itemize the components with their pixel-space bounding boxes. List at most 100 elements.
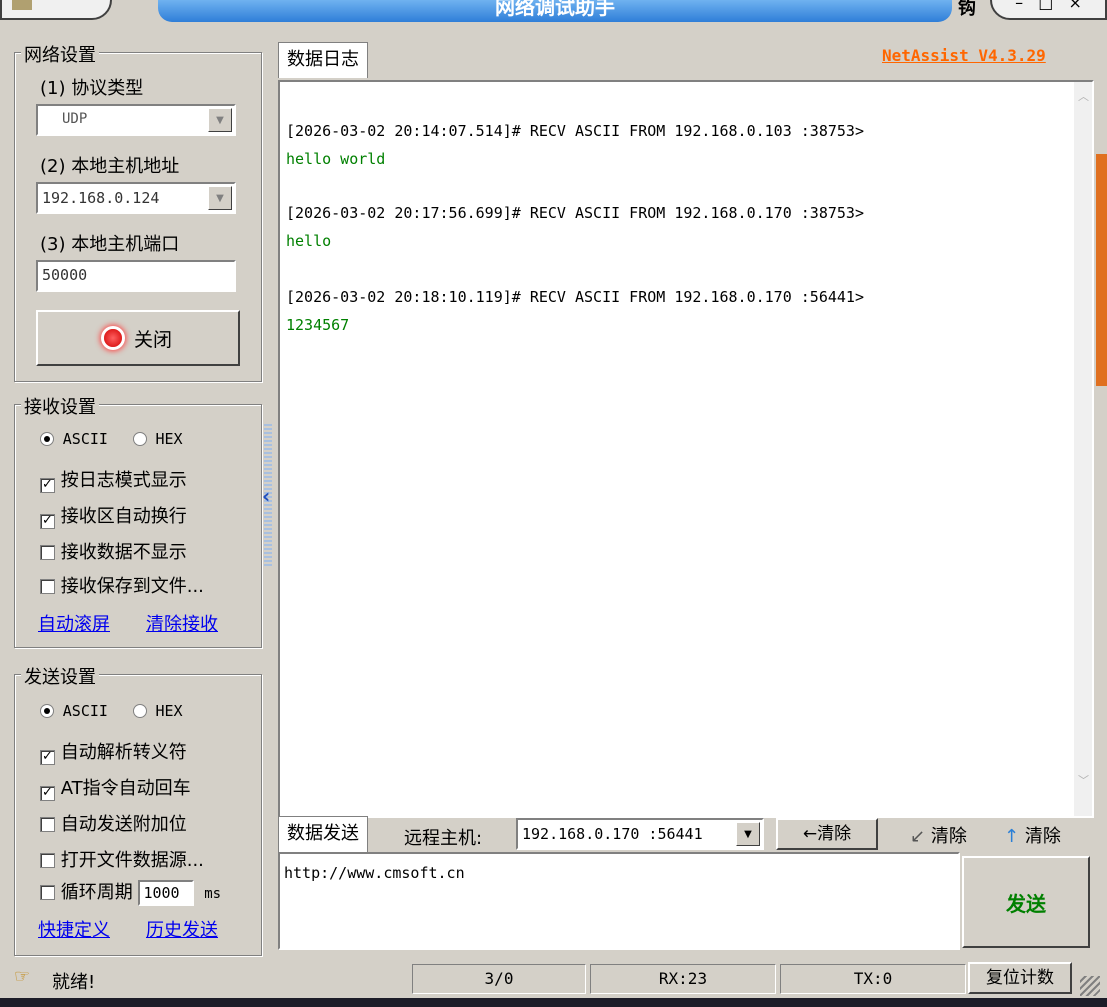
option-label: 自动发送附加位 [60, 814, 187, 835]
arrow-down-left-icon: ↙ [910, 826, 926, 847]
protocol-value: UDP [62, 111, 88, 127]
receive-log-area[interactable]: [2026-03-02 20:14:07.514]# RECV ASCII FR… [278, 80, 1094, 818]
shortcut-define-link[interactable]: 快捷定义 [38, 916, 110, 942]
send-input-text: http://www.cmsoft.cn [284, 864, 465, 882]
option-label: 按日志模式显示 [60, 470, 187, 491]
send-settings-title: 发送设置 [21, 663, 99, 689]
tab-data-send[interactable]: 数据发送 [278, 816, 368, 852]
receive-option-wrap[interactable]: ✓ 接收区自动换行 [40, 502, 187, 529]
receive-option-save[interactable]: 接收保存到文件... [40, 572, 204, 598]
log-entry-header: [2026-03-02 20:18:10.119]# RECV ASCII FR… [286, 288, 864, 306]
minimize-icon[interactable]: – [1015, 0, 1023, 12]
scroll-thumb[interactable] [1096, 154, 1107, 386]
scroll-up-icon[interactable]: ︿ [1078, 88, 1089, 104]
receive-hex-label: HEX [155, 430, 183, 448]
receive-encoding: ASCII HEX [40, 430, 183, 448]
clear-history-button[interactable]: ↑ 清除 [1004, 822, 1061, 848]
arrow-left-icon: ← [802, 824, 818, 844]
auto-scroll-link[interactable]: 自动滚屏 [38, 610, 110, 636]
loop-period-input[interactable]: 1000 [138, 880, 195, 906]
checkbox-checked[interactable]: ✓ [40, 750, 55, 765]
send-button[interactable]: 发送 [962, 856, 1090, 948]
host-select[interactable]: 192.168.0.124 ▼ [36, 182, 236, 214]
option-label: 接收保存到文件... [60, 576, 204, 597]
receive-option-log-mode[interactable]: ✓ 按日志模式显示 [40, 466, 187, 493]
status-tx: TX:0 [780, 964, 966, 994]
reset-count-button[interactable]: 复位计数 [968, 962, 1072, 994]
log-entry-data: 1234567 [286, 316, 350, 334]
status-ready: 就绪! [52, 972, 96, 993]
send-option-escape[interactable]: ✓ 自动解析转义符 [40, 738, 187, 765]
chevron-down-icon[interactable]: ▼ [736, 822, 760, 846]
receive-ascii-label: ASCII [62, 430, 108, 448]
log-entry-data: hello world [286, 150, 386, 168]
receive-option-hide[interactable]: 接收数据不显示 [40, 538, 187, 564]
status-count: 3/0 [412, 964, 586, 994]
close-connection-button[interactable]: 关闭 [36, 310, 240, 366]
receive-hex-radio[interactable] [132, 432, 147, 446]
checkbox[interactable] [40, 545, 55, 560]
checkbox[interactable] [40, 853, 55, 868]
protocol-label: (1) 协议类型 [40, 78, 144, 99]
clear-label: 清除 [1024, 826, 1061, 847]
option-label: 打开文件数据源... [60, 850, 204, 871]
app-icon [12, 0, 32, 10]
collapse-chevron-icon[interactable]: ‹ [262, 484, 270, 508]
remote-host-value: 192.168.0.170 :56441 [522, 825, 703, 843]
option-label: 接收区自动换行 [60, 506, 187, 527]
option-label: 自动解析转义符 [60, 742, 187, 763]
maximize-icon[interactable]: □ [1038, 0, 1053, 12]
status-rx: RX:23 [590, 964, 776, 994]
clear-remote-button[interactable]: ←清除 [776, 818, 878, 850]
send-option-at-cr[interactable]: ✓ AT指令自动回车 [40, 774, 191, 801]
option-label: AT指令自动回车 [60, 778, 191, 799]
checkbox[interactable] [40, 579, 55, 594]
close-icon[interactable]: × [1068, 0, 1081, 12]
resize-grip-icon[interactable] [1080, 976, 1100, 996]
log-content: [2026-03-02 20:14:07.514]# RECV ASCII FR… [286, 82, 1076, 812]
port-label: (3) 本地主机端口 [40, 234, 180, 255]
remote-host-select[interactable]: 192.168.0.170 :56441 ▼ [516, 818, 764, 850]
network-settings-title: 网络设置 [21, 41, 99, 67]
log-scrollbar[interactable]: ︿ ﹀ [1074, 82, 1092, 816]
title-bar: 网络调试助手 钩 – □ × [0, 0, 1107, 24]
red-light-icon [103, 329, 122, 347]
protocol-select[interactable]: UDP ▼ [36, 104, 236, 136]
send-encoding: ASCII HEX [40, 702, 183, 720]
history-send-link[interactable]: 历史发送 [146, 916, 218, 942]
port-input[interactable]: 50000 [36, 260, 236, 292]
receive-settings-title: 接收设置 [21, 393, 99, 419]
send-ascii-label: ASCII [62, 702, 108, 720]
send-option-append[interactable]: 自动发送附加位 [40, 810, 187, 836]
send-option-loop[interactable]: 循环周期 1000 ms [40, 878, 221, 906]
port-value: 50000 [42, 266, 88, 284]
clear-label: 清除 [930, 826, 967, 847]
chevron-down-icon[interactable]: ▼ [208, 186, 232, 210]
checkbox[interactable] [40, 817, 55, 832]
send-option-file[interactable]: 打开文件数据源... [40, 846, 204, 872]
host-value: 192.168.0.124 [42, 189, 160, 207]
checkbox-checked[interactable]: ✓ [40, 786, 55, 801]
checkbox[interactable] [40, 885, 55, 900]
send-input[interactable]: http://www.cmsoft.cn [278, 852, 960, 950]
arrow-up-icon: ↑ [1004, 826, 1020, 847]
clear-send-button[interactable]: ↙ 清除 [910, 822, 967, 848]
title-right-glyph: 钩 [958, 0, 976, 19]
send-ascii-radio[interactable] [40, 704, 54, 718]
reset-count-label: 复位计数 [986, 968, 1054, 988]
clear-receive-link[interactable]: 清除接收 [146, 610, 218, 636]
hand-pointer-icon: ☞ [14, 966, 31, 987]
host-label: (2) 本地主机地址 [40, 156, 180, 177]
scroll-down-icon[interactable]: ﹀ [1078, 772, 1089, 788]
window-controls[interactable]: – □ × [990, 0, 1107, 20]
log-entry-data: hello [286, 232, 332, 250]
close-button-label: 关闭 [133, 328, 172, 351]
title-strip: 网络调试助手 [158, 0, 952, 22]
chevron-down-icon[interactable]: ▼ [208, 108, 232, 132]
send-hex-radio[interactable] [132, 704, 147, 718]
receive-ascii-radio[interactable] [40, 432, 54, 446]
checkbox-checked[interactable]: ✓ [40, 514, 55, 529]
tab-data-log[interactable]: 数据日志 [278, 42, 368, 78]
taskbar-strip [0, 998, 1107, 1007]
checkbox-checked[interactable]: ✓ [40, 478, 55, 493]
